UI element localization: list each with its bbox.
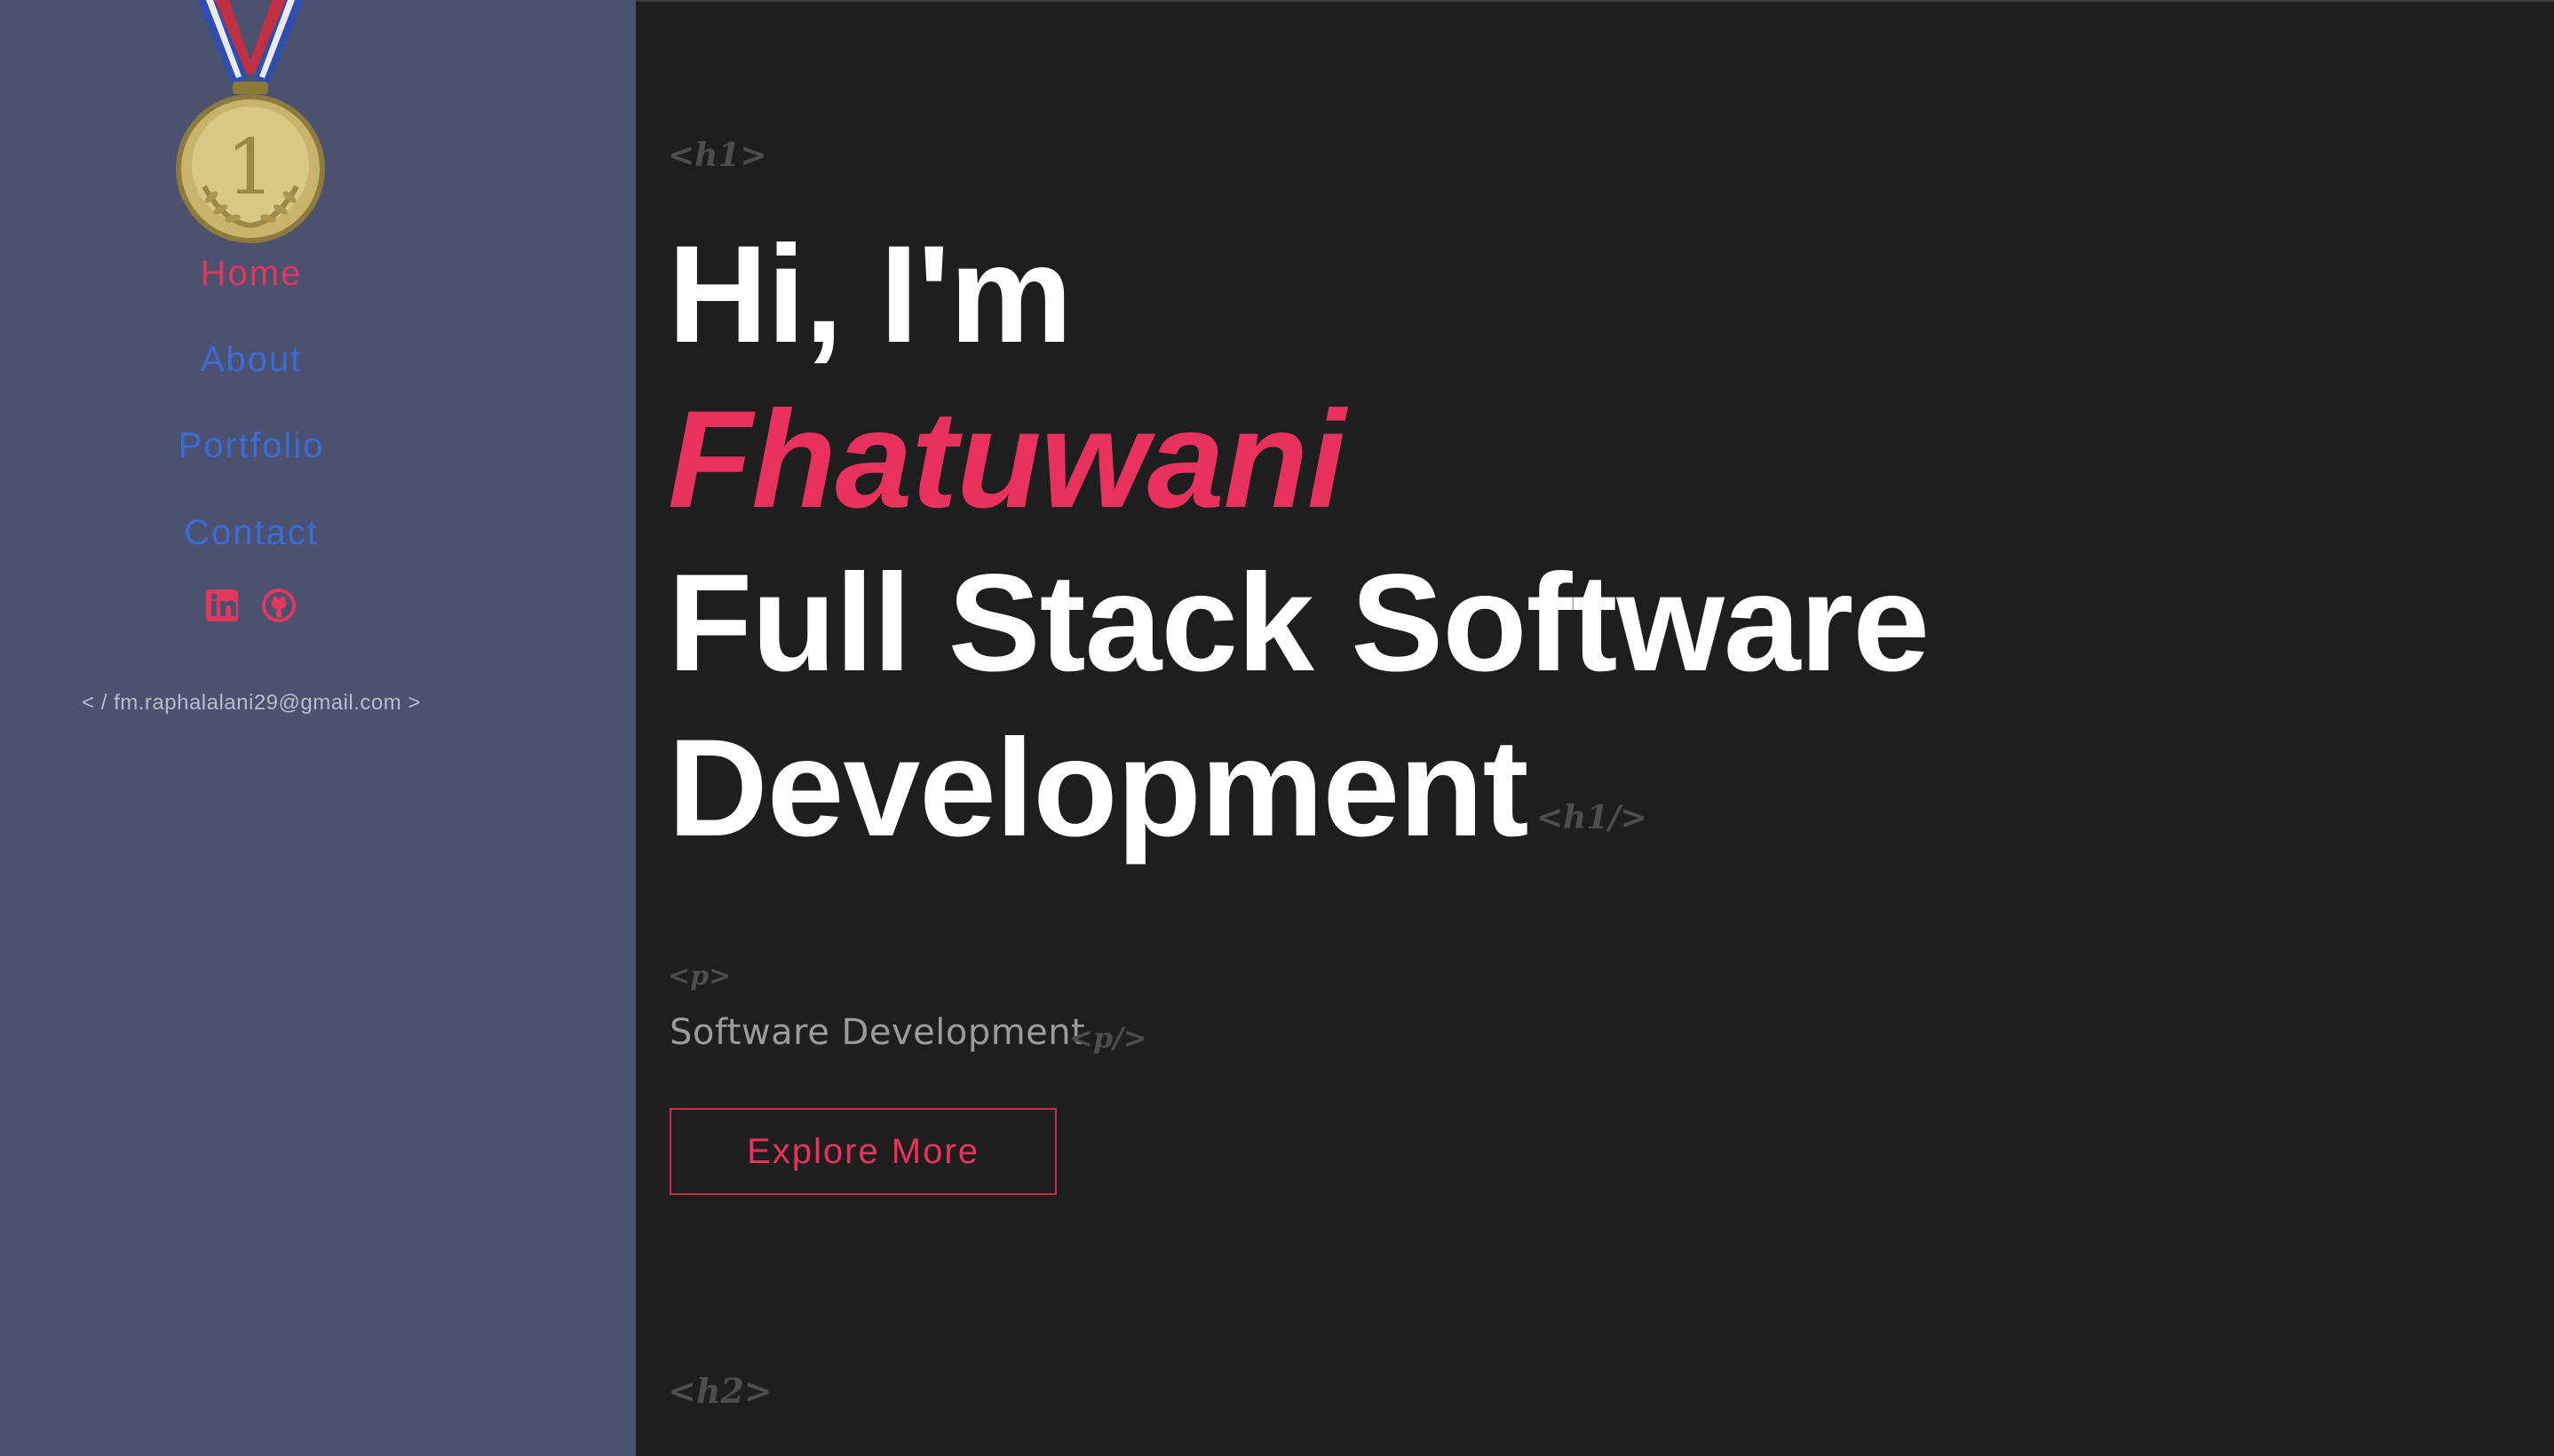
contact-email[interactable]: < / fm.raphalalani29@gmail.com > (0, 691, 503, 716)
headline-role-line2: Development (668, 711, 1529, 866)
h1-open-tag: <h1> (668, 137, 767, 174)
h2-open-tag: <h2> (668, 1371, 773, 1411)
social-links (204, 588, 297, 623)
linkedin-icon[interactable] (204, 588, 240, 623)
svg-text:1: 1 (226, 123, 275, 212)
headline-role-line1: Full Stack Software (668, 546, 1930, 700)
h1-close-tag: <h1/> (1536, 799, 1647, 836)
headline-greeting: Hi, I'm (668, 218, 1073, 372)
p-open-tag: <p> (668, 961, 732, 992)
nav-portfolio[interactable]: Portfolio (0, 426, 503, 466)
nav-about[interactable]: About (0, 340, 503, 380)
nav-contact[interactable]: Contact (0, 513, 503, 553)
p-close-tag: <p/> (1069, 1021, 1147, 1055)
github-icon[interactable] (261, 588, 297, 623)
hero-subtitle: Software Development (670, 1012, 1086, 1053)
nav-home[interactable]: Home (0, 254, 503, 294)
headline-name: Fhatuwani (668, 383, 1345, 537)
page: 1 Home About Portfolio Contact < / fm.ra… (0, 0, 2554, 1456)
gold-medal-logo-icon[interactable]: 1 (162, 0, 339, 249)
sidebar: 1 Home About Portfolio Contact < / fm.ra… (0, 0, 636, 1456)
explore-more-button[interactable]: Explore More (670, 1108, 1057, 1195)
